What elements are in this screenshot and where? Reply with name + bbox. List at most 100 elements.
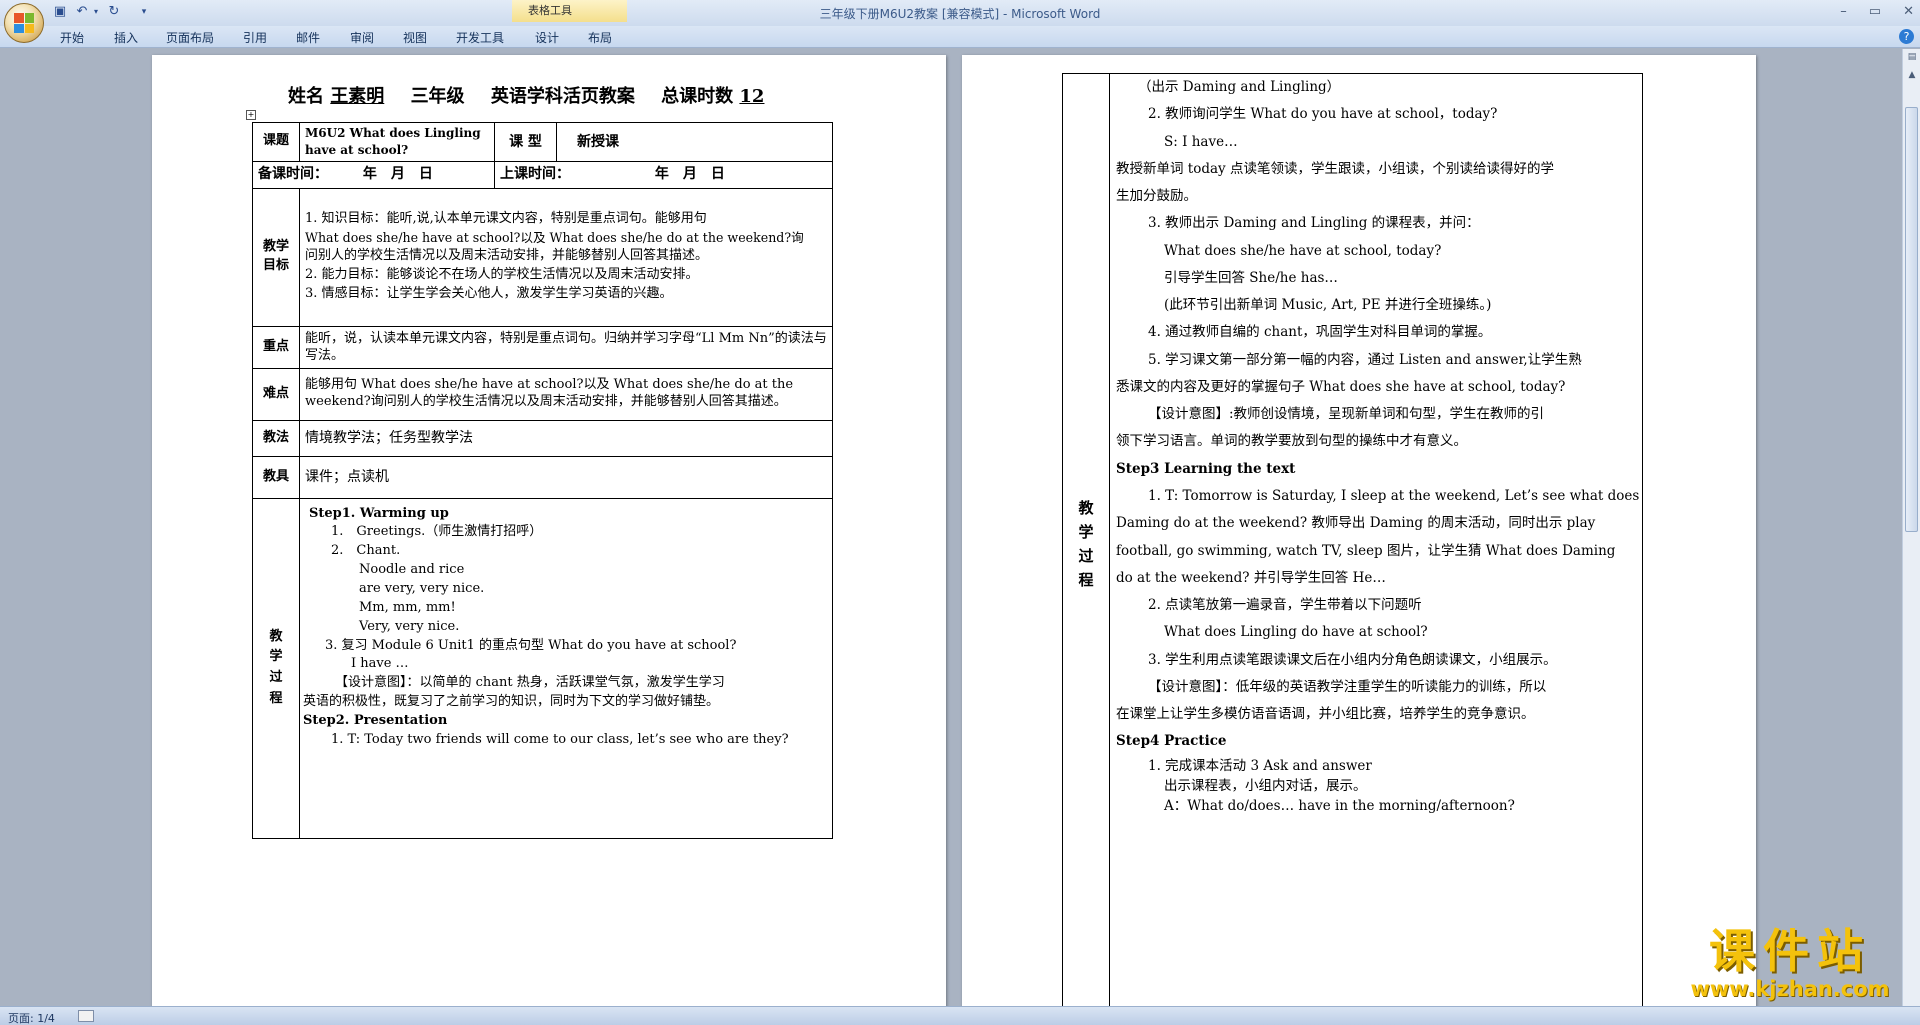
document-page-1: + 姓名 王素明 三年级 英语学科活页教案 总课时数 12 课题 M6U2 Wh… (152, 55, 946, 1006)
process-line: 2. Chant. (331, 543, 401, 559)
process-line: 1. T: Tomorrow is Saturday, I sleep at t… (1148, 487, 1640, 504)
proofing-icon[interactable] (78, 1010, 94, 1022)
prep-time-cell[interactable]: 备课时间： 年 月 日 (252, 160, 495, 189)
office-button[interactable] (4, 3, 44, 43)
step-heading: Step2. Presentation (303, 712, 448, 728)
goal-line: 问别人的学校生活情况以及周末活动安排，并能够替别人回答其描述。 (305, 248, 709, 264)
process-label: 教学过程 (252, 497, 300, 839)
tab-design[interactable]: 设计 (535, 29, 559, 46)
ruler-toggle-icon[interactable]: ▤ (1903, 49, 1920, 65)
process-line: 引导学生回答 She/he has… (1164, 269, 1338, 286)
step-heading: Step4 Practice (1116, 733, 1227, 750)
teacher-name: 王素明 (330, 86, 385, 107)
window-title: 三年级下册M6U2教案 [兼容模式] - Microsoft Word (819, 7, 1101, 21)
chant-line: are very, very nice. (359, 580, 485, 596)
process-label-2: 教学过程 (1062, 73, 1110, 1006)
process-line: 教授新单词 today 点读笔领读，学生跟读，小组读，个别读给读得好的学 (1116, 160, 1554, 177)
tools-label: 教具 (252, 455, 300, 499)
prep-time-date: 年 月 日 (362, 166, 433, 183)
chant-line: Mm, mm, mm! (359, 599, 456, 615)
design-intent: 【设计意图】：以简单的 chant 热身，活跃课堂气氛，激发学生学习 (335, 675, 725, 691)
vertical-scrollbar[interactable]: ▤ ▲ (1902, 49, 1920, 1006)
close-icon[interactable]: ✕ (1903, 4, 1914, 19)
watermark-text: 课件站 (1709, 924, 1871, 978)
chant-line: Very, very nice. (359, 618, 460, 634)
tab-mailings[interactable]: 邮件 (296, 29, 320, 46)
difficulties-label: 难点 (252, 367, 300, 421)
help-icon[interactable]: ? (1899, 29, 1914, 44)
teaching-process-part1[interactable]: Step1. Warming up 1. Greetings.（师生激情打招呼）… (299, 497, 833, 839)
tab-developer[interactable]: 开发工具 (456, 29, 504, 46)
class-time-cell[interactable]: 上课时间： 年 月 日 (494, 160, 833, 189)
watermark-url: www.kjzhan.com (1690, 977, 1890, 1001)
goal-line: 2. 能力目标：能够谈论不在场人的学校生活情况以及周末活动安排。 (305, 267, 699, 283)
process-line: 出示课程表，小组内对话，展示。 (1164, 777, 1367, 794)
process-line: What does she/he have at school, today? (1164, 242, 1442, 259)
lesson-type-value[interactable]: 新授课 (556, 122, 833, 162)
tab-view[interactable]: 视图 (403, 29, 427, 46)
document-workspace: + 姓名 王素明 三年级 英语学科活页教案 总课时数 12 课题 M6U2 Wh… (0, 49, 1902, 1006)
teaching-tools[interactable]: 课件；点读机 (299, 455, 833, 499)
title-bar: ▣ ↶ ▾ ↻ ▾ 表格工具 三年级下册M6U2教案 [兼容模式] - Micr… (0, 0, 1920, 43)
class-time-label: 上课时间： (500, 166, 570, 183)
process-line: 1. T: Today two friends will come to our… (331, 731, 789, 747)
design-intent: 在课堂上让学生多模仿语音语调，并小组比赛，培养学生的竞争意识。 (1116, 706, 1535, 723)
key-points[interactable]: 能听，说，认读本单元课文内容，特别是重点词句。归纳并学习字母“Ll Mm Nn”… (299, 325, 833, 369)
process-line: 3. 教师出示 Daming and Lingling 的课程表，并问： (1148, 215, 1480, 232)
process-line: (此环节引出新单词 Music, Art, PE 并进行全班操练。) (1164, 297, 1492, 314)
tab-review[interactable]: 审阅 (350, 29, 374, 46)
teaching-goals[interactable]: 1. 知识目标：能听,说,认本单元课文内容，特别是重点词句。能够用句 What … (299, 187, 833, 327)
table-move-handle-icon[interactable]: + (246, 110, 256, 120)
name-label: 姓名 (288, 86, 324, 107)
minimize-icon[interactable]: – (1840, 4, 1847, 19)
subject-title: 英语学科活页教案 (490, 86, 635, 107)
tab-layout[interactable]: 布局 (588, 29, 612, 46)
design-intent: 【设计意图】:教师创设情境，呈现新单词和句型，学生在教师的引 (1148, 406, 1545, 423)
process-line: 1. Greetings.（师生激情打招呼） (331, 524, 543, 540)
lesson-plan-table: 课题 M6U2 What does Lingling have at schoo… (252, 122, 833, 839)
process-line: 4. 通过教师自编的 chant，巩固学生对科目单词的掌握。 (1148, 324, 1492, 341)
process-line: football, go swimming, watch TV, sleep 图… (1116, 542, 1616, 559)
lesson-type-label: 课 型 (494, 122, 557, 162)
goal-line: What does she/he have at school?以及 What … (305, 230, 804, 246)
tab-page-layout[interactable]: 页面布局 (166, 29, 214, 46)
tab-references[interactable]: 引用 (243, 29, 267, 46)
status-bar: 页面: 1/4 (0, 1006, 1920, 1025)
process-line: 3. 复习 Module 6 Unit1 的重点句型 What do you h… (325, 637, 737, 653)
teaching-process-part2[interactable]: （出示 Daming and Lingling） 2. 教师询问学生 What … (1109, 73, 1643, 1006)
lesson-plan-heading: 姓名 王素明 三年级 英语学科活页教案 总课时数 12 (288, 82, 764, 108)
process-line: 2. 教师询问学生 What do you have at school，tod… (1148, 106, 1498, 123)
chant-line: Noodle and rice (359, 562, 465, 578)
topic-value[interactable]: M6U2 What does Lingling have at school? (299, 122, 495, 162)
scrollbar-thumb[interactable] (1905, 107, 1918, 532)
step-heading: Step3 Learning the text (1116, 460, 1296, 477)
process-line: S: I have… (1164, 133, 1238, 150)
process-line: 3. 学生利用点读笔跟读课文后在小组内分角色朗读课文，小组展示。 (1148, 651, 1557, 668)
tab-home[interactable]: 开始 (60, 29, 84, 46)
process-line: A：What do/does… have in the morning/afte… (1164, 798, 1515, 815)
document-page-2: 教学过程 （出示 Daming and Lingling） 2. 教师询问学生 … (962, 55, 1756, 1006)
prep-time-label: 备课时间： (258, 166, 328, 183)
process-line: Daming do at the weekend? 教师导出 Daming 的周… (1116, 515, 1596, 532)
teaching-methods[interactable]: 情境教学法；任务型教学法 (299, 419, 833, 457)
difficulties[interactable]: 能够用句 What does she/he have at school?以及 … (299, 367, 833, 421)
goal-line: 3. 情感目标：让学生学会关心他人，激发学生学习英语的兴趣。 (305, 286, 673, 302)
page-count[interactable]: 页面: 1/4 (8, 1010, 55, 1025)
total-lessons-label: 总课时数 (661, 86, 734, 107)
goal-line: 1. 知识目标：能听,说,认本单元课文内容，特别是重点词句。能够用句 (305, 211, 707, 227)
kjzhan-watermark: 课件站 www.kjzhan.com (1665, 924, 1915, 1004)
ribbon-tab-bar: 开始 插入 页面布局 引用 邮件 审阅 视图 开发工具 设计 布局 ? (0, 26, 1920, 48)
step-heading: Step1. Warming up (309, 505, 449, 521)
grade: 三年级 (410, 86, 465, 107)
process-line: 悉课文的内容及更好的掌握句子 What does she have at sch… (1116, 378, 1566, 395)
tab-insert[interactable]: 插入 (114, 29, 138, 46)
design-intent: 英语的积极性，既复习了之前学习的知识，同时为下文的学习做好铺垫。 (303, 694, 720, 710)
total-lessons-value: 12 (739, 86, 765, 107)
maximize-icon[interactable]: ▭ (1869, 4, 1881, 19)
scroll-up-icon[interactable]: ▲ (1903, 67, 1920, 83)
process-line: What does Lingling do have at school? (1164, 624, 1428, 641)
design-intent: 【设计意图】：低年级的英语教学注重学生的听读能力的训练，所以 (1148, 678, 1547, 695)
topic-label: 课题 (252, 122, 300, 162)
process-line: 生加分鼓励。 (1116, 188, 1197, 205)
goals-label: 教学目标 (252, 187, 300, 327)
